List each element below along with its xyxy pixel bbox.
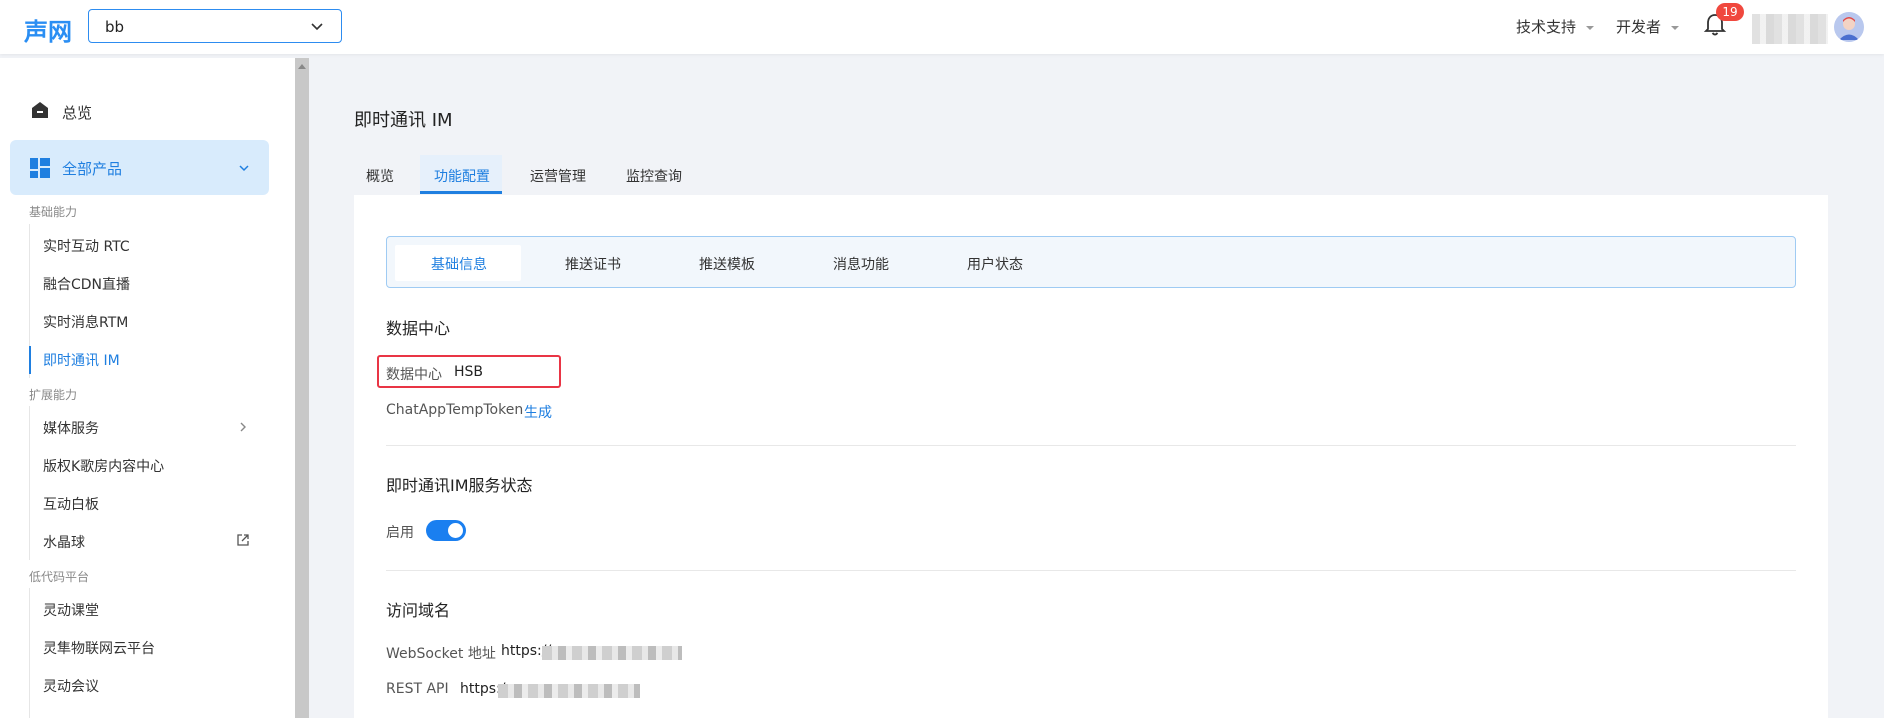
generate-token-link[interactable]: 生成 <box>524 402 552 422</box>
websocket-label: WebSocket 地址 <box>386 646 496 662</box>
tech-support-label: 技术支持 <box>1516 18 1577 36</box>
sidebar-item-rtc[interactable]: 实时互动 RTC <box>43 236 130 256</box>
avatar-image <box>1834 12 1864 42</box>
home-icon <box>32 102 48 118</box>
project-select-value: bb <box>105 18 125 36</box>
developer-label: 开发者 <box>1616 18 1662 36</box>
sidebar-item-crystal-ball[interactable]: 水晶球 <box>43 532 85 552</box>
service-enable-toggle[interactable] <box>426 520 466 541</box>
sidebar-item-meeting[interactable]: 灵动会议 <box>43 676 99 696</box>
sidebar-item-all-products[interactable]: 全部产品 <box>10 140 269 195</box>
tab-overview[interactable]: 概览 <box>366 166 394 186</box>
chevron-right-icon <box>240 422 246 432</box>
external-link-icon[interactable] <box>236 533 250 547</box>
tab-operations[interactable]: 运营管理 <box>530 166 586 186</box>
sidebar-item-im[interactable]: 即时通讯 IM <box>43 350 120 370</box>
chevron-down-icon <box>239 165 249 172</box>
sidebar-item-iot-platform[interactable]: 灵隼物联网云平台 <box>43 638 155 658</box>
sidebar-group-line <box>29 588 30 718</box>
active-tab-underline <box>420 191 502 194</box>
subtab-bar: 基础信息 推送证书 推送模板 消息功能 用户状态 <box>386 236 1796 288</box>
sidebar-item-ktv-content[interactable]: 版权K歌房内容中心 <box>43 456 164 476</box>
data-center-label: 数据中心 <box>386 367 442 383</box>
scroll-up-arrow-icon[interactable] <box>298 64 306 69</box>
tab-monitoring[interactable]: 监控查询 <box>626 166 682 186</box>
enable-label: 启用 <box>386 525 414 541</box>
subtab-user-status[interactable]: 用户状态 <box>967 254 1023 274</box>
active-indicator <box>29 346 31 374</box>
divider <box>386 570 1796 571</box>
sidebar-scrollbar[interactable] <box>295 58 309 718</box>
rest-api-label: REST API <box>386 681 449 697</box>
sidebar-item-overview[interactable]: 总览 <box>62 102 92 123</box>
section-title-data-center: 数据中心 <box>386 319 451 338</box>
sidebar-group-title: 基础能力 <box>29 205 78 219</box>
brand-logo[interactable]: 声网 <box>24 12 72 47</box>
divider <box>386 445 1796 446</box>
chevron-down-icon <box>311 23 323 31</box>
username-blurred[interactable] <box>1752 14 1828 44</box>
sidebar-group-title: 低代码平台 <box>29 570 90 584</box>
top-header: 声网 bb 技术支持 开发者 19 <box>0 0 1884 54</box>
developer-menu[interactable]: 开发者 <box>1616 16 1680 37</box>
tech-support-menu[interactable]: 技术支持 <box>1516 16 1595 37</box>
sidebar-group-title: 扩展能力 <box>29 388 78 402</box>
sidebar-item-cdn[interactable]: 融合CDN直播 <box>43 274 130 294</box>
sidebar-item-rtm[interactable]: 实时消息RTM <box>43 312 128 332</box>
section-title-domains: 访问域名 <box>386 601 451 620</box>
sidebar-item-media-service[interactable]: 媒体服务 <box>43 418 99 438</box>
section-title-service-status: 即时通讯IM服务状态 <box>386 476 533 495</box>
sidebar-group-line <box>29 406 30 560</box>
subtab-message-features[interactable]: 消息功能 <box>833 254 889 274</box>
caret-down-icon <box>1671 25 1680 30</box>
all-products-label: 全部产品 <box>62 160 123 178</box>
websocket-value-redacted <box>542 646 682 660</box>
subtab-push-template[interactable]: 推送模板 <box>699 254 755 274</box>
sidebar-item-whiteboard[interactable]: 互动白板 <box>43 494 99 514</box>
rest-api-value-redacted <box>498 684 640 698</box>
subtab-basic-info[interactable]: 基础信息 <box>431 254 487 274</box>
project-select[interactable]: bb <box>88 9 342 43</box>
toggle-knob <box>448 523 463 538</box>
tab-feature-config[interactable]: 功能配置 <box>434 166 490 186</box>
grid-icon <box>30 158 50 178</box>
subtab-push-cert[interactable]: 推送证书 <box>565 254 621 274</box>
page-title: 即时通讯 IM <box>354 110 453 131</box>
notification-badge: 19 <box>1716 3 1744 21</box>
avatar[interactable] <box>1834 12 1864 42</box>
sidebar-item-flexible-classroom[interactable]: 灵动课堂 <box>43 600 99 620</box>
caret-down-icon <box>1586 25 1595 30</box>
token-label: ChatAppTempToken <box>386 402 524 418</box>
data-center-value: HSB <box>454 364 484 380</box>
